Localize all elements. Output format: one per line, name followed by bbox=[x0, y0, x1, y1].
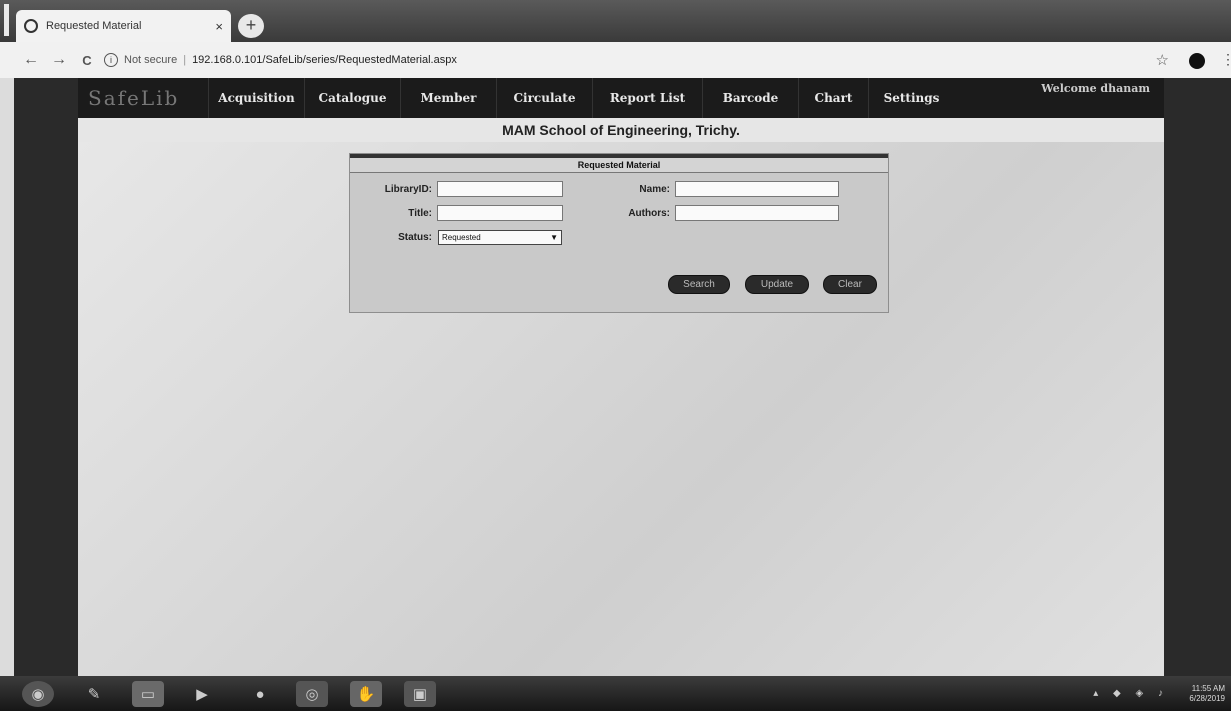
update-button[interactable]: Update bbox=[745, 275, 809, 294]
school-title: MAM School of Engineering, Trichy. bbox=[78, 118, 1164, 144]
clock-time: 11:55 AM bbox=[1191, 684, 1225, 693]
title-label: Title: bbox=[408, 208, 432, 219]
bookmark-star-icon[interactable]: ☆ bbox=[1156, 51, 1169, 69]
welcome-text: Welcome dhanam bbox=[1041, 82, 1150, 95]
app-window: SafeLib Acquisition Catalogue Member Cir… bbox=[78, 78, 1164, 676]
reload-icon[interactable]: C bbox=[76, 53, 98, 68]
taskbar-clock[interactable]: 11:55 AM 6/28/2019 bbox=[1189, 684, 1225, 704]
nav-catalogue[interactable]: Catalogue bbox=[304, 78, 400, 118]
status-label: Status: bbox=[398, 232, 432, 243]
folder-icon[interactable]: ▭ bbox=[132, 681, 164, 707]
media-player-icon[interactable]: ▶ bbox=[186, 681, 218, 707]
nav-chart[interactable]: Chart bbox=[798, 78, 868, 118]
address-bar[interactable]: i Not secure | 192.168.0.101/SafeLib/ser… bbox=[104, 49, 1171, 71]
dropdown-arrow-icon: ▼ bbox=[550, 233, 558, 242]
browser-toolbar: ← → C i Not secure | 192.168.0.101/SafeL… bbox=[0, 42, 1231, 78]
form-title: Requested Material bbox=[350, 158, 888, 173]
nav-member[interactable]: Member bbox=[400, 78, 496, 118]
start-button-icon[interactable]: ◉ bbox=[22, 681, 54, 707]
nav-circulate[interactable]: Circulate bbox=[496, 78, 592, 118]
page-favicon-icon bbox=[24, 19, 38, 33]
window-app-icon[interactable]: ▣ bbox=[404, 681, 436, 707]
search-button[interactable]: Search bbox=[668, 275, 730, 294]
chrome-icon[interactable]: ◎ bbox=[296, 681, 328, 707]
url-text[interactable]: 192.168.0.101/SafeLib/series/RequestedMa… bbox=[192, 54, 457, 66]
title-input[interactable] bbox=[437, 205, 563, 221]
main-content: Requested Material LibraryID: Title: Sta… bbox=[78, 142, 1164, 676]
name-input[interactable] bbox=[675, 181, 839, 197]
os-taskbar: ◉ ✎ ▭ ▶ ● ◎ ✋ ▣ ▴ ◆ ◈ ♪ 11:55 AM 6/28/20… bbox=[0, 676, 1231, 711]
top-navigation: SafeLib Acquisition Catalogue Member Cir… bbox=[78, 78, 1164, 118]
name-label: Name: bbox=[639, 184, 670, 195]
back-icon[interactable]: ← bbox=[20, 51, 42, 69]
security-label: Not secure bbox=[124, 54, 178, 66]
status-select[interactable]: Requested ▼ bbox=[438, 230, 562, 245]
nav-acquisition[interactable]: Acquisition bbox=[208, 78, 304, 118]
clear-button[interactable]: Clear bbox=[823, 275, 877, 294]
libraryid-label: LibraryID: bbox=[384, 184, 432, 195]
tab-title: Requested Material bbox=[46, 20, 142, 32]
browser-menu-icon[interactable]: ⋮ bbox=[1221, 51, 1231, 68]
clock-date: 6/28/2019 bbox=[1189, 694, 1225, 703]
forward-icon[interactable]: → bbox=[48, 51, 70, 69]
info-icon[interactable]: i bbox=[104, 53, 118, 67]
app-globe-icon[interactable]: ● bbox=[244, 681, 276, 707]
nav-report-list[interactable]: Report List bbox=[592, 78, 702, 118]
new-tab-button[interactable]: + bbox=[238, 14, 264, 38]
app-logo[interactable]: SafeLib bbox=[78, 78, 208, 118]
browser-tab-strip: Requested Material × + bbox=[0, 0, 1231, 42]
nav-settings[interactable]: Settings bbox=[868, 78, 954, 118]
tab-close-icon[interactable]: × bbox=[215, 19, 223, 34]
address-separator: | bbox=[183, 54, 187, 66]
profile-avatar[interactable] bbox=[1189, 53, 1205, 69]
authors-label: Authors: bbox=[628, 208, 670, 219]
browser-tab[interactable]: Requested Material × bbox=[16, 10, 231, 42]
system-tray-icons[interactable]: ▴ ◆ ◈ ♪ bbox=[1093, 688, 1169, 699]
status-value: Requested bbox=[442, 233, 481, 242]
paint-icon[interactable]: ✋ bbox=[350, 681, 382, 707]
requested-material-form: Requested Material LibraryID: Title: Sta… bbox=[349, 153, 889, 313]
authors-input[interactable] bbox=[675, 205, 839, 221]
nav-barcode[interactable]: Barcode bbox=[702, 78, 798, 118]
libraryid-input[interactable] bbox=[437, 181, 563, 197]
pen-app-icon[interactable]: ✎ bbox=[78, 681, 110, 707]
window-edge bbox=[4, 4, 9, 36]
